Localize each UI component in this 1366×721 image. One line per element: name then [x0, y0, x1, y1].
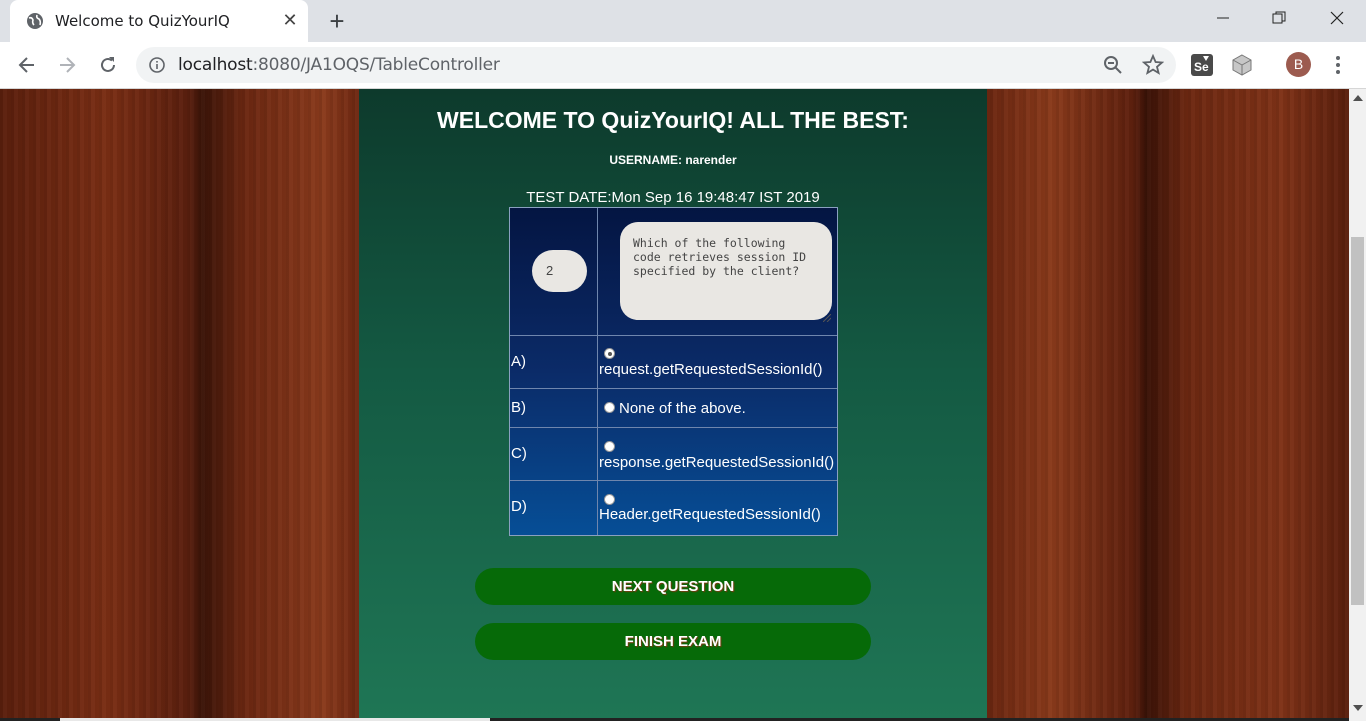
question-number-field[interactable]: 2: [532, 250, 587, 292]
option-label: B): [511, 399, 526, 416]
scroll-down-icon[interactable]: [1353, 705, 1363, 711]
option-label: D): [511, 498, 527, 515]
address-bar[interactable]: localhost:8080/JA1OQS/TableController: [136, 47, 1176, 83]
option-text: None of the above.: [619, 400, 746, 417]
arrow-left-icon: [18, 57, 34, 73]
restore-button[interactable]: [1250, 0, 1308, 38]
tab-strip: Welcome to QuizYourIQ ✕ +: [0, 0, 1366, 42]
option-row-b[interactable]: B) None of the above.: [510, 389, 837, 428]
vertical-scrollbar[interactable]: [1349, 89, 1366, 721]
selenium-label: Se: [1194, 60, 1209, 74]
tab-title: Welcome to QuizYourIQ: [55, 12, 230, 30]
question-table: 2 Which of the following code retrieves …: [509, 207, 838, 536]
option-label: C): [511, 445, 527, 462]
finish-exam-button[interactable]: FINISH EXAM: [475, 623, 871, 660]
close-window-button[interactable]: [1308, 0, 1366, 38]
option-c-radio[interactable]: [604, 441, 615, 452]
option-text: response.getRequestedSessionId(): [599, 454, 835, 471]
quiz-panel: WELCOME TO QuizYourIQ! ALL THE BEST: USE…: [359, 89, 987, 721]
username-line: USERNAME: narender: [609, 153, 737, 167]
question-row: 2 Which of the following code retrieves …: [510, 208, 837, 336]
test-date-line: TEST DATE:Mon Sep 16 19:48:47 IST 2019: [526, 189, 820, 206]
page-title: WELCOME TO QuizYourIQ! ALL THE BEST:: [437, 107, 909, 133]
browser-tab[interactable]: Welcome to QuizYourIQ ✕: [10, 0, 308, 42]
option-row-d[interactable]: D) Header.getRequestedSessionId(): [510, 481, 837, 535]
reload-button[interactable]: [94, 51, 122, 79]
url-path: :8080/JA1OQS/TableController: [252, 55, 500, 75]
url-host: localhost: [178, 55, 253, 75]
extension-cube-icon[interactable]: [1230, 53, 1254, 77]
reload-icon: [101, 57, 115, 72]
minimize-button[interactable]: [1194, 0, 1252, 38]
info-icon[interactable]: [148, 56, 166, 74]
profile-avatar[interactable]: B: [1286, 52, 1311, 77]
option-text: Header.getRequestedSessionId(): [599, 506, 821, 523]
option-row-c[interactable]: C) response.getRequestedSessionId(): [510, 428, 837, 481]
scroll-thumb[interactable]: [1351, 237, 1364, 605]
option-b-radio[interactable]: [604, 402, 615, 413]
scroll-up-icon[interactable]: [1353, 95, 1363, 101]
arrow-right-icon: [60, 57, 76, 73]
tab-close-icon[interactable]: ✕: [279, 9, 301, 31]
browser-toolbar: localhost:8080/JA1OQS/TableController Se…: [0, 42, 1366, 89]
forward-button[interactable]: [53, 51, 81, 79]
question-text-area[interactable]: Which of the following code retrieves se…: [620, 222, 832, 320]
next-question-button[interactable]: NEXT QUESTION: [475, 568, 871, 605]
page-viewport: WELCOME TO QuizYourIQ! ALL THE BEST: USE…: [0, 89, 1349, 721]
selenium-extension-icon[interactable]: Se: [1190, 53, 1214, 77]
resize-handle-icon[interactable]: [823, 314, 831, 322]
zoom-icon[interactable]: [1102, 54, 1124, 76]
option-d-radio[interactable]: [604, 494, 615, 505]
new-tab-button[interactable]: +: [322, 6, 352, 36]
back-button[interactable]: [13, 51, 41, 79]
more-menu-icon[interactable]: [1326, 53, 1350, 77]
url-text: localhost:8080/JA1OQS/TableController: [178, 55, 500, 75]
globe-icon: [27, 13, 43, 29]
bookmark-star-icon[interactable]: [1142, 54, 1164, 76]
option-text: request.getRequestedSessionId(): [599, 361, 823, 378]
option-row-a[interactable]: A) request.getRequestedSessionId(): [510, 335, 837, 389]
option-label: A): [511, 353, 526, 370]
option-a-radio[interactable]: [604, 348, 615, 359]
